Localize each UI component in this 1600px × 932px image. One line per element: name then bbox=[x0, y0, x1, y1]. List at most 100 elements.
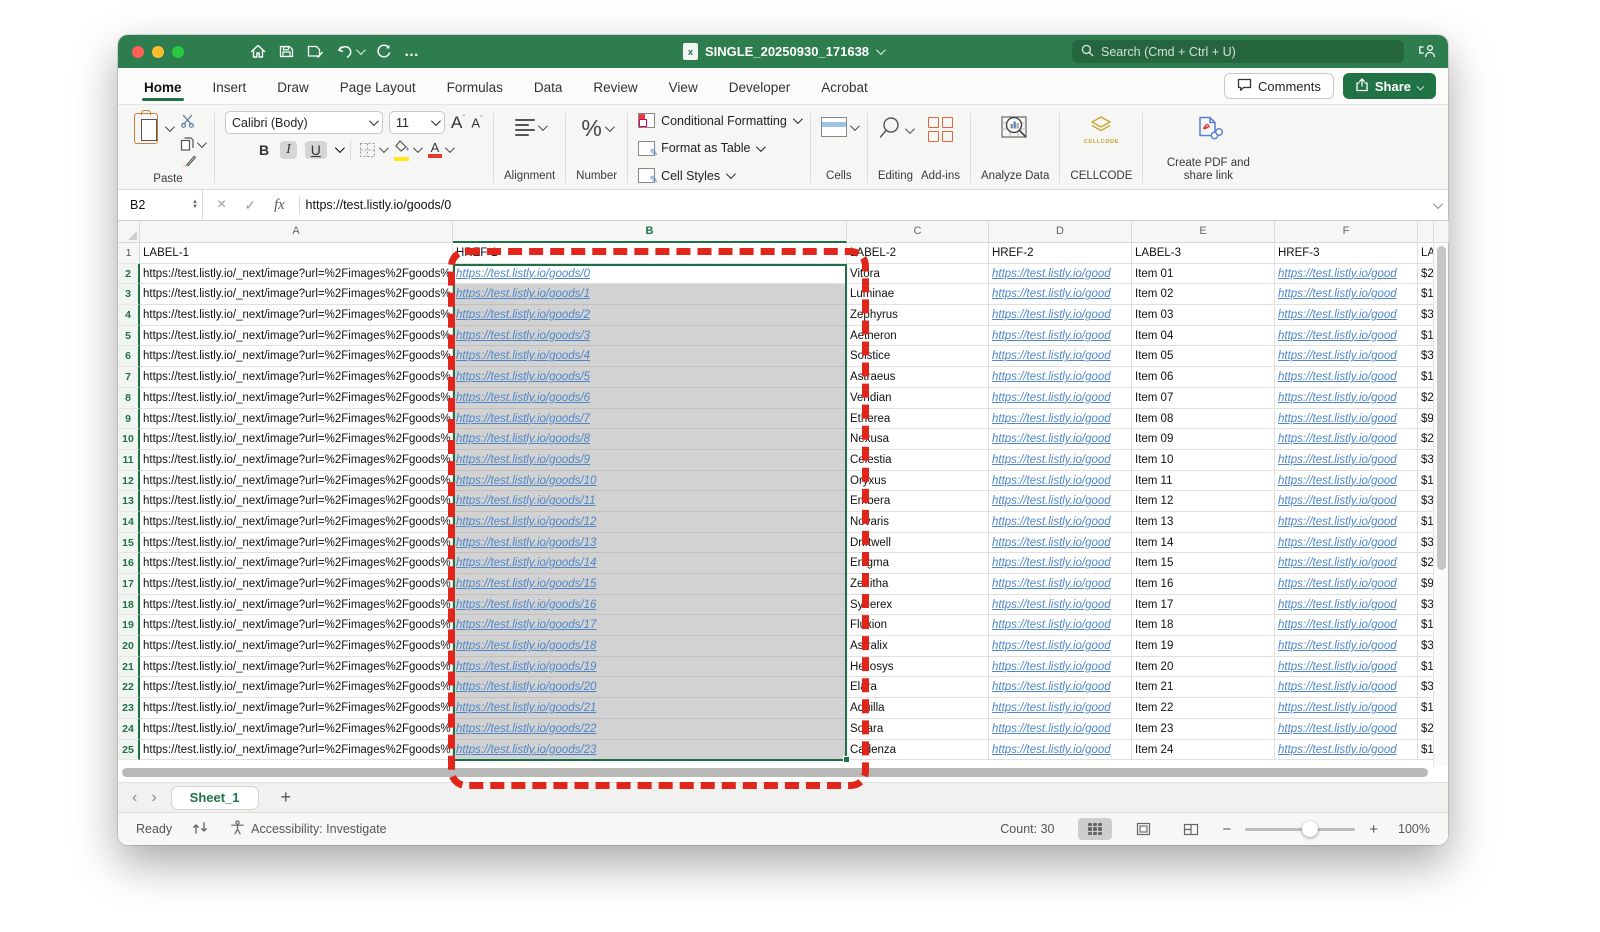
tab-acrobat[interactable]: Acrobat bbox=[819, 71, 870, 102]
accessibility-text[interactable]: Accessibility: Investigate bbox=[251, 822, 386, 836]
cell-E4[interactable]: Item 03 bbox=[1132, 305, 1275, 326]
cell-F23[interactable]: https://test.listly.io/good bbox=[1275, 698, 1418, 719]
cell-D9[interactable]: https://test.listly.io/good bbox=[989, 409, 1132, 430]
cell-A15[interactable]: https://test.listly.io/_next/image?url=%… bbox=[140, 533, 453, 554]
cell-E25[interactable]: Item 24 bbox=[1132, 740, 1275, 761]
cell-A7[interactable]: https://test.listly.io/_next/image?url=%… bbox=[140, 367, 453, 388]
cell-F14[interactable]: https://test.listly.io/good bbox=[1275, 512, 1418, 533]
cell-B11[interactable]: https://test.listly.io/goods/9 bbox=[453, 450, 847, 471]
row-header-14[interactable]: 14 bbox=[118, 512, 140, 533]
tab-developer[interactable]: Developer bbox=[727, 71, 793, 102]
column-header-G[interactable] bbox=[1418, 221, 1434, 243]
cell-B4[interactable]: https://test.listly.io/goods/2 bbox=[453, 305, 847, 326]
row-header-7[interactable]: 7 bbox=[118, 367, 140, 388]
cell-C1[interactable]: LABEL-2 bbox=[847, 243, 989, 264]
font-name-select[interactable]: Calibri (Body) bbox=[225, 111, 383, 134]
insert-function-icon[interactable]: fx bbox=[274, 197, 284, 214]
cell-F2[interactable]: https://test.listly.io/good bbox=[1275, 264, 1418, 285]
cell-C5[interactable]: Aetheron bbox=[847, 326, 989, 347]
cell-F6[interactable]: https://test.listly.io/good bbox=[1275, 346, 1418, 367]
horizontal-scrollbar[interactable] bbox=[122, 768, 1428, 777]
cell-D8[interactable]: https://test.listly.io/good bbox=[989, 388, 1132, 409]
cell-C11[interactable]: Celestia bbox=[847, 450, 989, 471]
name-box-spinner[interactable]: ▲▼ bbox=[192, 200, 198, 210]
cell-A13[interactable]: https://test.listly.io/_next/image?url=%… bbox=[140, 491, 453, 512]
save-as-icon[interactable] bbox=[307, 44, 324, 59]
cell-A17[interactable]: https://test.listly.io/_next/image?url=%… bbox=[140, 574, 453, 595]
cell-B24[interactable]: https://test.listly.io/goods/22 bbox=[453, 719, 847, 740]
copy-button[interactable] bbox=[180, 137, 204, 151]
cell-E12[interactable]: Item 11 bbox=[1132, 471, 1275, 492]
cell-F18[interactable]: https://test.listly.io/good bbox=[1275, 595, 1418, 616]
cell-A11[interactable]: https://test.listly.io/_next/image?url=%… bbox=[140, 450, 453, 471]
cell-A10[interactable]: https://test.listly.io/_next/image?url=%… bbox=[140, 429, 453, 450]
cell-F15[interactable]: https://test.listly.io/good bbox=[1275, 533, 1418, 554]
cell-D10[interactable]: https://test.listly.io/good bbox=[989, 429, 1132, 450]
cell-E18[interactable]: Item 17 bbox=[1132, 595, 1275, 616]
cell-G20[interactable]: $37 bbox=[1418, 636, 1434, 657]
cell-D5[interactable]: https://test.listly.io/good bbox=[989, 326, 1132, 347]
undo-button[interactable] bbox=[337, 44, 363, 59]
borders-button[interactable] bbox=[359, 142, 386, 158]
cell-F10[interactable]: https://test.listly.io/good bbox=[1275, 429, 1418, 450]
cell-B10[interactable]: https://test.listly.io/goods/8 bbox=[453, 429, 847, 450]
cell-E11[interactable]: Item 10 bbox=[1132, 450, 1275, 471]
cell-E14[interactable]: Item 13 bbox=[1132, 512, 1275, 533]
cell-A21[interactable]: https://test.listly.io/_next/image?url=%… bbox=[140, 657, 453, 678]
comments-button[interactable]: Comments bbox=[1224, 73, 1334, 99]
row-header-10[interactable]: 10 bbox=[118, 429, 140, 450]
cell-B1[interactable]: HREF-1 bbox=[453, 243, 847, 264]
alignment-group[interactable]: Alignment bbox=[504, 111, 555, 185]
cell-E3[interactable]: Item 02 bbox=[1132, 284, 1275, 305]
conditional-formatting-button[interactable]: Conditional Formatting bbox=[638, 113, 800, 128]
cell-D17[interactable]: https://test.listly.io/good bbox=[989, 574, 1132, 595]
tab-view[interactable]: View bbox=[667, 71, 700, 102]
row-header-3[interactable]: 3 bbox=[118, 284, 140, 305]
cell-G9[interactable]: $97 bbox=[1418, 409, 1434, 430]
cell-F16[interactable]: https://test.listly.io/good bbox=[1275, 553, 1418, 574]
cell-A3[interactable]: https://test.listly.io/_next/image?url=%… bbox=[140, 284, 453, 305]
zoom-button[interactable] bbox=[172, 46, 184, 58]
format-painter-icon[interactable] bbox=[180, 155, 204, 173]
cell-A9[interactable]: https://test.listly.io/_next/image?url=%… bbox=[140, 409, 453, 430]
row-header-8[interactable]: 8 bbox=[118, 388, 140, 409]
vertical-scrollbar-thumb[interactable] bbox=[1437, 246, 1446, 570]
underline-button[interactable]: U bbox=[305, 141, 327, 159]
row-header-12[interactable]: 12 bbox=[118, 471, 140, 492]
cell-F8[interactable]: https://test.listly.io/good bbox=[1275, 388, 1418, 409]
create-pdf-group[interactable]: Create PDF and share link bbox=[1153, 111, 1263, 185]
cell-C14[interactable]: Novaris bbox=[847, 512, 989, 533]
cellcode-group[interactable]: CELLCODE CELLCODE bbox=[1070, 111, 1132, 185]
cell-E5[interactable]: Item 04 bbox=[1132, 326, 1275, 347]
tab-review[interactable]: Review bbox=[591, 71, 639, 102]
cell-A12[interactable]: https://test.listly.io/_next/image?url=%… bbox=[140, 471, 453, 492]
addins-group[interactable]: Add-ins bbox=[921, 111, 960, 185]
cell-C23[interactable]: Aquilla bbox=[847, 698, 989, 719]
cell-F13[interactable]: https://test.listly.io/good bbox=[1275, 491, 1418, 512]
row-header-23[interactable]: 23 bbox=[118, 698, 140, 719]
chevron-down-icon[interactable] bbox=[335, 143, 345, 153]
cell-F21[interactable]: https://test.listly.io/good bbox=[1275, 657, 1418, 678]
tab-home[interactable]: Home bbox=[142, 71, 184, 102]
cell-G19[interactable]: $12 bbox=[1418, 615, 1434, 636]
cell-C6[interactable]: Solstice bbox=[847, 346, 989, 367]
cell-C18[interactable]: Synerex bbox=[847, 595, 989, 616]
enter-icon[interactable]: ✓ bbox=[244, 197, 256, 214]
cell-D21[interactable]: https://test.listly.io/good bbox=[989, 657, 1132, 678]
tab-insert[interactable]: Insert bbox=[211, 71, 249, 102]
cell-D7[interactable]: https://test.listly.io/good bbox=[989, 367, 1132, 388]
cell-E6[interactable]: Item 05 bbox=[1132, 346, 1275, 367]
row-header-13[interactable]: 13 bbox=[118, 491, 140, 512]
cell-C24[interactable]: Solara bbox=[847, 719, 989, 740]
row-header-1[interactable]: 1 bbox=[118, 243, 140, 264]
cell-D22[interactable]: https://test.listly.io/good bbox=[989, 677, 1132, 698]
cell-F20[interactable]: https://test.listly.io/good bbox=[1275, 636, 1418, 657]
cell-D15[interactable]: https://test.listly.io/good bbox=[989, 533, 1132, 554]
row-header-17[interactable]: 17 bbox=[118, 574, 140, 595]
cell-D25[interactable]: https://test.listly.io/good bbox=[989, 740, 1132, 761]
cell-E7[interactable]: Item 06 bbox=[1132, 367, 1275, 388]
tab-data[interactable]: Data bbox=[532, 71, 565, 102]
macro-record-icon[interactable] bbox=[192, 821, 210, 838]
cell-G2[interactable]: $23 bbox=[1418, 264, 1434, 285]
row-header-4[interactable]: 4 bbox=[118, 305, 140, 326]
